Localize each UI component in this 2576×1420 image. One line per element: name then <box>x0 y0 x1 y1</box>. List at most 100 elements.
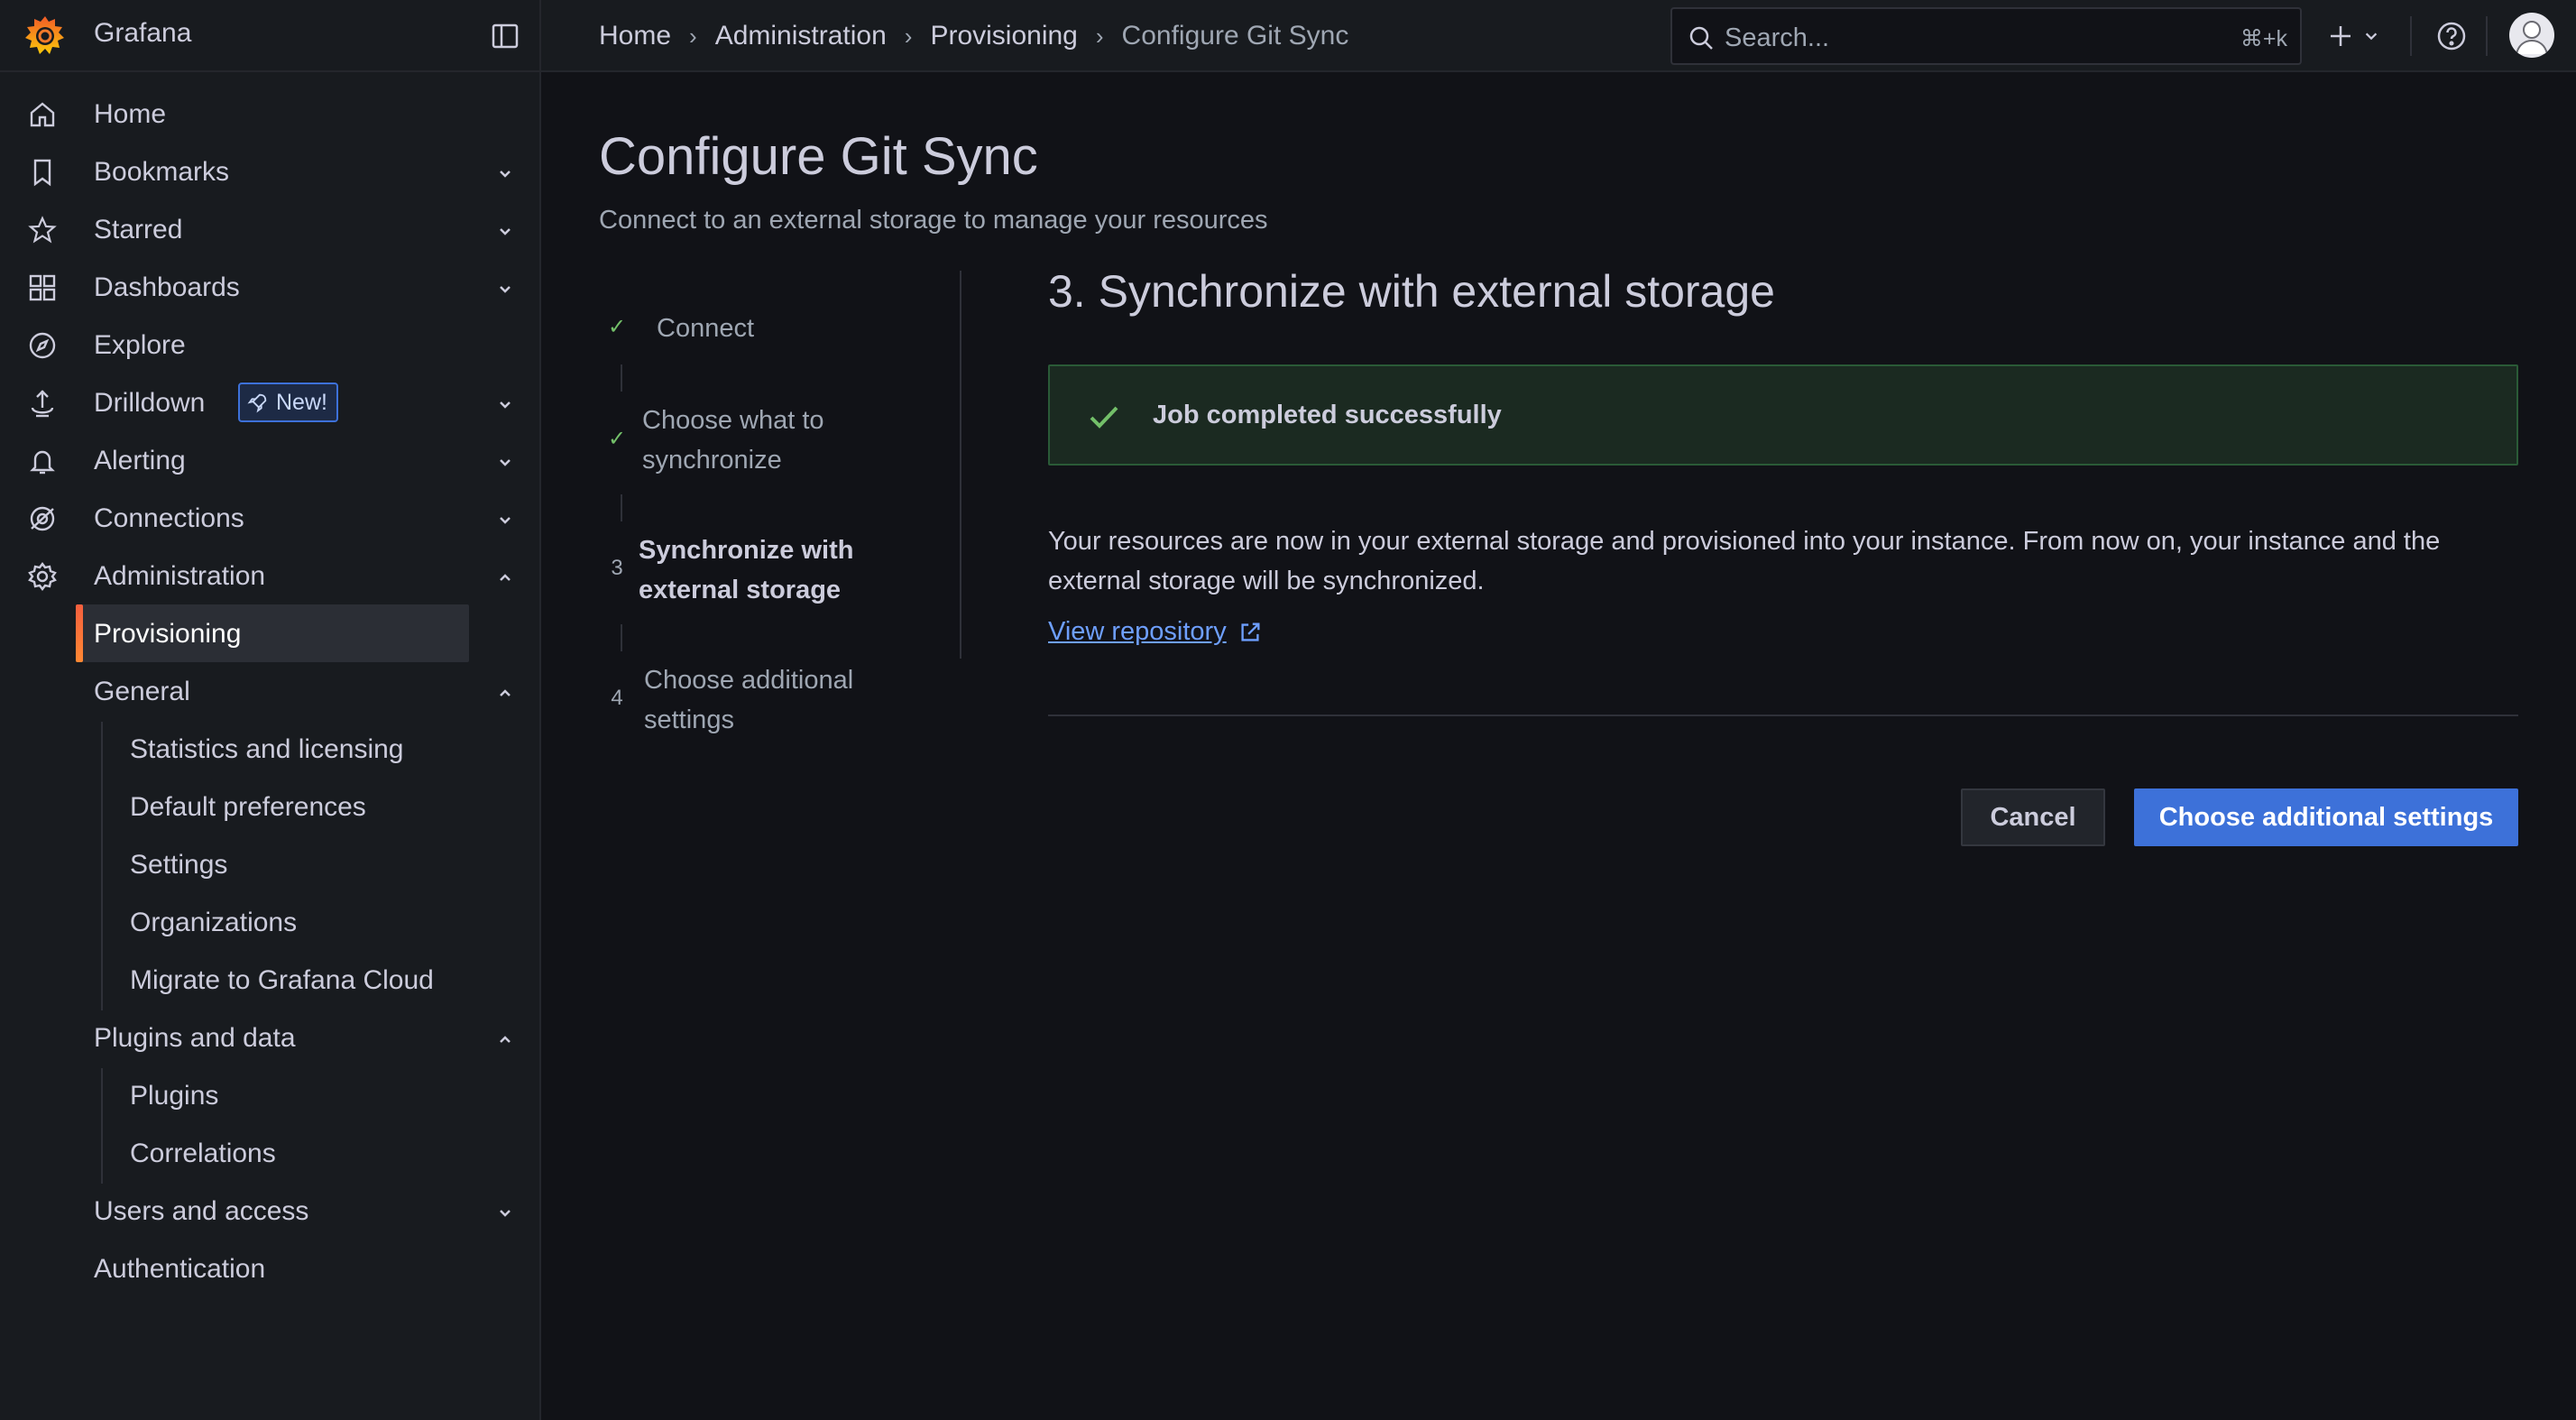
chevron-up-icon[interactable] <box>494 682 516 704</box>
sidebar: Home Bookmarks Starred Dashboards Explor… <box>0 72 541 1420</box>
sidebar-item-label: Dashboards <box>94 272 240 302</box>
sidebar-item-explore[interactable]: Explore <box>0 318 539 372</box>
dock-menu-icon[interactable] <box>489 20 521 52</box>
breadcrumb-administration[interactable]: Administration <box>715 21 887 51</box>
sidebar-item-dashboards[interactable]: Dashboards <box>0 260 539 314</box>
top-bar: Grafana Home › Administration › Provisio… <box>0 0 2576 72</box>
sidebar-item-label: Starred <box>94 215 183 244</box>
choose-additional-settings-button[interactable]: Choose additional settings <box>2134 788 2518 846</box>
sidebar-item-connections[interactable]: Connections <box>0 491 539 545</box>
sidebar-item-label: General <box>94 677 190 706</box>
alert-title: Job completed successfully <box>1153 401 1502 429</box>
sidebar-item-administration[interactable]: Administration <box>0 549 539 603</box>
compass-icon <box>27 330 58 361</box>
chevron-down-icon[interactable] <box>494 393 516 415</box>
chevron-right-icon: › <box>904 22 913 50</box>
page-title: Configure Git Sync <box>599 127 1038 186</box>
step-number: 4 <box>611 686 623 710</box>
sidebar-item-label: Authentication <box>94 1254 266 1284</box>
sidebar-item-label: Drilldown <box>94 388 206 418</box>
breadcrumb-current: Configure Git Sync <box>1121 21 1349 51</box>
stepper-divider <box>960 271 961 659</box>
sidebar-item-migrate-to-grafana-cloud[interactable]: Migrate to Grafana Cloud <box>0 953 539 1007</box>
success-alert: Job completed successfully <box>1048 364 2518 466</box>
bookmark-icon <box>27 157 58 188</box>
sidebar-item-settings[interactable]: Settings <box>0 837 539 891</box>
sidebar-item-statistics-and-licensing[interactable]: Statistics and licensing <box>0 722 539 776</box>
view-repository-link[interactable]: View repository <box>1048 617 1263 647</box>
page-subtitle: Connect to an external storage to manage… <box>599 206 1268 235</box>
sidebar-item-bookmarks[interactable]: Bookmarks <box>0 144 539 198</box>
sidebar-item-provisioning[interactable] <box>76 604 469 662</box>
step-label: Synchronize with external storage <box>639 536 854 604</box>
sidebar-item-home[interactable]: Home <box>0 87 539 141</box>
grafana-logo-icon[interactable] <box>22 13 69 60</box>
sidebar-item-users-and-access[interactable]: Users and access <box>0 1184 539 1238</box>
breadcrumb-home[interactable]: Home <box>599 21 671 51</box>
chevron-down-icon[interactable] <box>494 509 516 530</box>
sidebar-item-general[interactable]: General <box>0 664 539 718</box>
sidebar-item-label: Statistics and licensing <box>130 734 404 764</box>
home-icon <box>27 99 58 130</box>
search-placeholder: Search... <box>1725 23 1830 52</box>
breadcrumb-provisioning[interactable]: Provisioning <box>930 21 1077 51</box>
sidebar-item-label: Explore <box>94 330 186 360</box>
step-connector <box>621 624 622 651</box>
divider <box>1048 715 2518 716</box>
chevron-down-icon[interactable] <box>494 278 516 300</box>
sidebar-item-plugins[interactable]: Plugins <box>0 1068 539 1122</box>
avatar[interactable] <box>2509 13 2554 58</box>
sidebar-item-label: Plugins <box>130 1081 219 1111</box>
step-connector <box>621 364 622 392</box>
connections-icon <box>27 503 58 534</box>
apps-icon <box>27 272 58 303</box>
chevron-up-icon[interactable] <box>494 1028 516 1050</box>
gear-icon <box>27 561 58 592</box>
cancel-button[interactable]: Cancel <box>1961 788 2105 846</box>
step-label: Connect <box>657 314 755 343</box>
sidebar-item-default-preferences[interactable]: Default preferences <box>0 779 539 834</box>
sidebar-item-label: Organizations <box>130 908 298 937</box>
sidebar-item-alerting[interactable]: Alerting <box>0 433 539 487</box>
star-icon <box>27 215 58 245</box>
app-name: Grafana <box>94 18 192 48</box>
toolbar-separator <box>2410 16 2412 56</box>
chevron-down-icon[interactable] <box>494 1202 516 1223</box>
chevron-up-icon[interactable] <box>494 567 516 588</box>
help-icon[interactable] <box>2433 18 2470 54</box>
sidebar-item-plugins-and-data[interactable]: Plugins and data <box>0 1010 539 1065</box>
search-shortcut: ⌘+k <box>2240 26 2287 51</box>
sidebar-item-correlations[interactable]: Correlations <box>0 1126 539 1180</box>
sidebar-item-drilldown[interactable]: Drilldown New! <box>0 375 539 429</box>
sidebar-item-label: Correlations <box>130 1139 276 1168</box>
search-icon <box>1687 23 1716 52</box>
sidebar-item-label: Users and access <box>94 1196 309 1226</box>
sidebar-item-label: Connections <box>94 503 244 533</box>
rocket-icon <box>247 393 267 413</box>
sidebar-item-starred[interactable]: Starred <box>0 202 539 256</box>
chevron-down-icon[interactable] <box>494 451 516 473</box>
toolbar-separator <box>2486 16 2488 56</box>
plus-icon <box>2331 26 2351 46</box>
search-input[interactable]: Search... ⌘+k <box>1670 7 2302 65</box>
step-label: Choose additional settings <box>644 666 854 734</box>
chevron-down-icon <box>2365 32 2378 41</box>
sidebar-item-authentication[interactable]: Authentication <box>0 1241 539 1296</box>
step-number: 3 <box>611 556 623 580</box>
chevron-down-icon[interactable] <box>494 220 516 242</box>
link-label: View repository <box>1048 617 1227 646</box>
chevron-right-icon: › <box>1095 22 1104 50</box>
badge-label: New! <box>276 389 327 415</box>
check-icon: ✓ <box>607 427 627 451</box>
new-badge: New! <box>238 383 338 422</box>
sidebar-item-label: Default preferences <box>130 792 366 822</box>
sidebar-item-organizations[interactable]: Organizations <box>0 895 539 949</box>
sidebar-item-label: Alerting <box>94 446 186 475</box>
check-icon <box>1086 399 1122 435</box>
chevron-down-icon[interactable] <box>494 162 516 184</box>
step-connector <box>621 494 622 521</box>
new-menu-button[interactable] <box>2327 18 2399 54</box>
sidebar-item-label: Home <box>94 99 167 129</box>
external-link-icon <box>1241 622 1260 641</box>
sidebar-item-label: Administration <box>94 561 266 591</box>
